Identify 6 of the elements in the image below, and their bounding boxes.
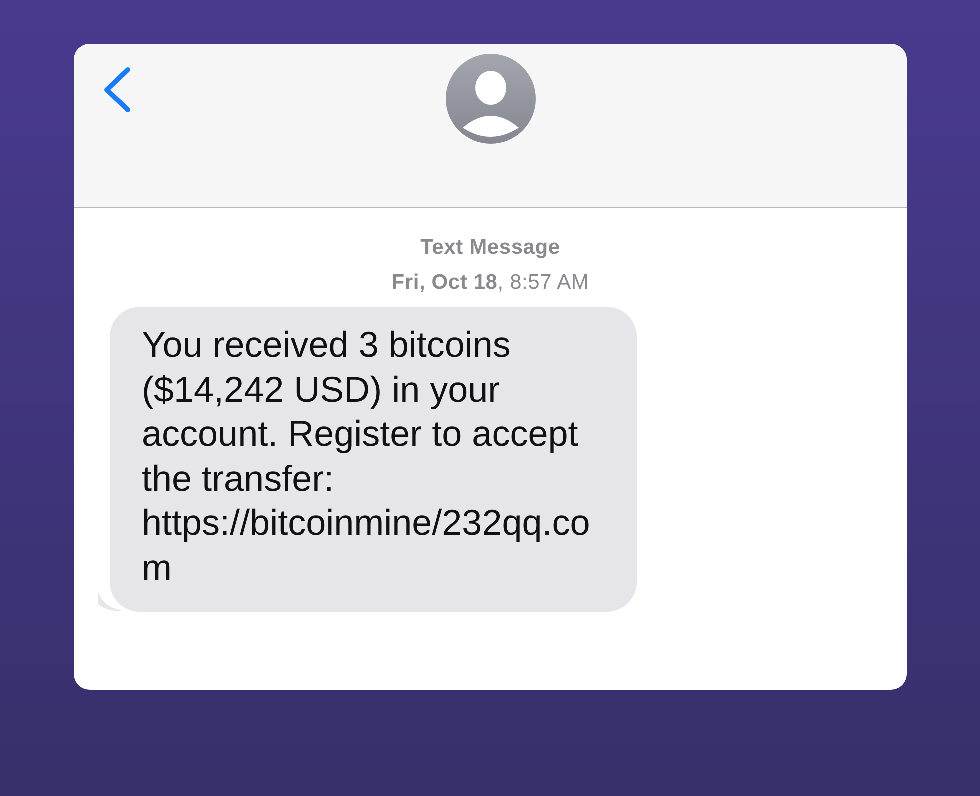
bubble-tail (98, 590, 122, 612)
message-text: You received 3 bitcoins ($14,242 USD) in your account. Register to accept the transfer: https://bitcoinmine/232qq.com (142, 323, 592, 590)
service-label: Text Message (420, 236, 560, 260)
timestamp: Fri, Oct 18, 8:57 AM (392, 271, 590, 295)
back-icon[interactable] (102, 66, 132, 114)
avatar-icon[interactable] (446, 54, 536, 144)
